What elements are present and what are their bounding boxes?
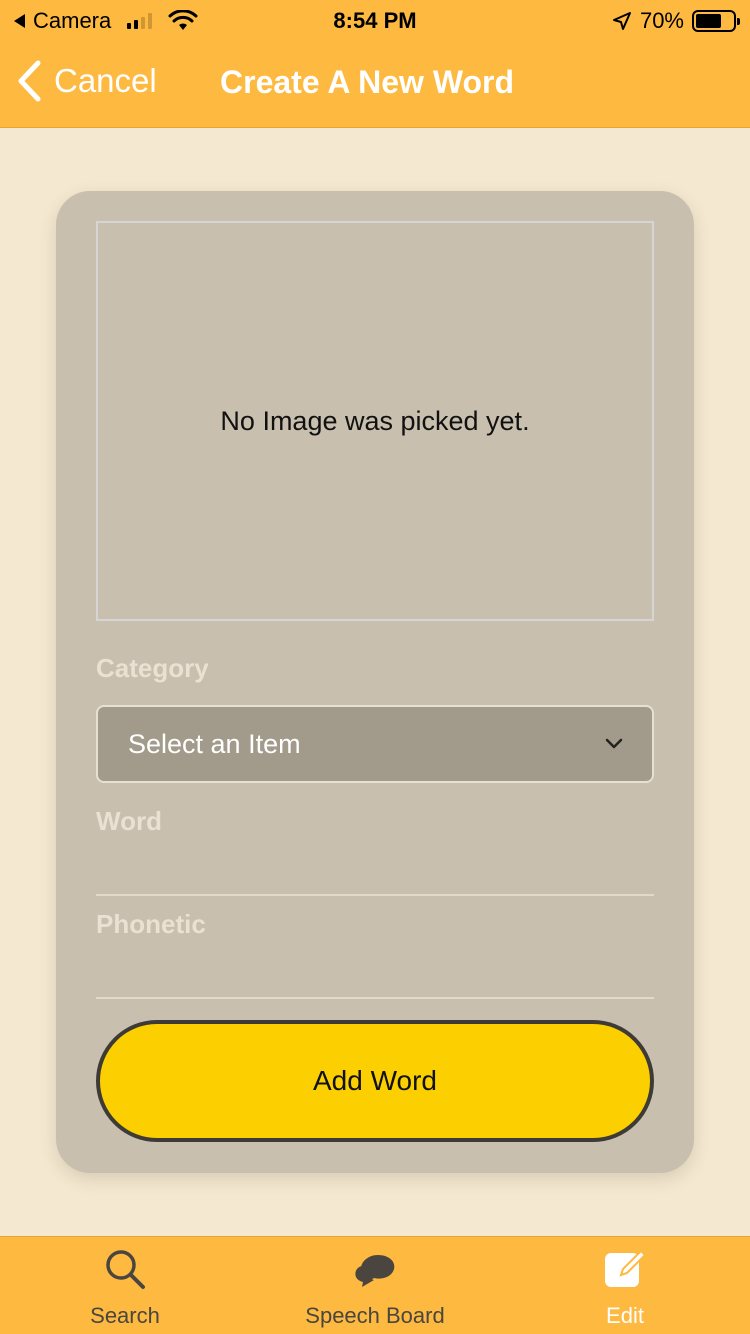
image-placeholder-text: No Image was picked yet.: [220, 406, 530, 436]
chevron-left-icon: [18, 60, 41, 102]
status-right: 70%: [612, 8, 740, 34]
category-label: Category: [96, 653, 209, 683]
add-word-button[interactable]: Add Word: [96, 1020, 654, 1142]
tab-speech-board-label: Speech Board: [305, 1303, 445, 1328]
battery-icon: [692, 10, 740, 32]
category-selected-value: Select an Item: [128, 729, 301, 759]
location-arrow-icon: [612, 12, 631, 30]
category-select[interactable]: Select an Item: [96, 705, 654, 783]
phonetic-label: Phonetic: [96, 909, 206, 939]
cancel-button[interactable]: Cancel: [16, 60, 157, 102]
battery-percent: 70%: [639, 8, 684, 33]
chevron-down-icon: [605, 738, 623, 749]
search-icon: [106, 1250, 145, 1289]
image-picker[interactable]: No Image was picked yet.: [96, 221, 654, 621]
edit-icon: [605, 1249, 647, 1287]
word-label: Word: [96, 806, 162, 836]
tab-bar: Search Speech Board Edit: [0, 1236, 750, 1334]
top-bar: Camera 8:54 PM 70% Cancel Create A New W…: [0, 0, 750, 128]
status-bar: Camera 8:54 PM 70%: [0, 0, 750, 40]
speech-bubbles-icon: [355, 1255, 395, 1287]
cancel-label: Cancel: [54, 62, 157, 99]
tab-search-label: Search: [90, 1303, 160, 1328]
word-input[interactable]: [96, 846, 654, 892]
tab-edit[interactable]: Edit: [500, 1237, 750, 1334]
navigation-bar: Cancel Create A New Word: [0, 40, 750, 128]
new-word-form: No Image was picked yet. Category Select…: [56, 191, 694, 1173]
tab-edit-label: Edit: [606, 1303, 644, 1328]
page-title: Create A New Word: [220, 64, 514, 100]
word-underline: [96, 894, 654, 896]
tab-search[interactable]: Search: [0, 1237, 250, 1334]
phonetic-underline: [96, 997, 654, 999]
phonetic-input[interactable]: [96, 949, 654, 995]
battery-fill: [696, 14, 722, 28]
tab-speech-board[interactable]: Speech Board: [250, 1237, 500, 1334]
